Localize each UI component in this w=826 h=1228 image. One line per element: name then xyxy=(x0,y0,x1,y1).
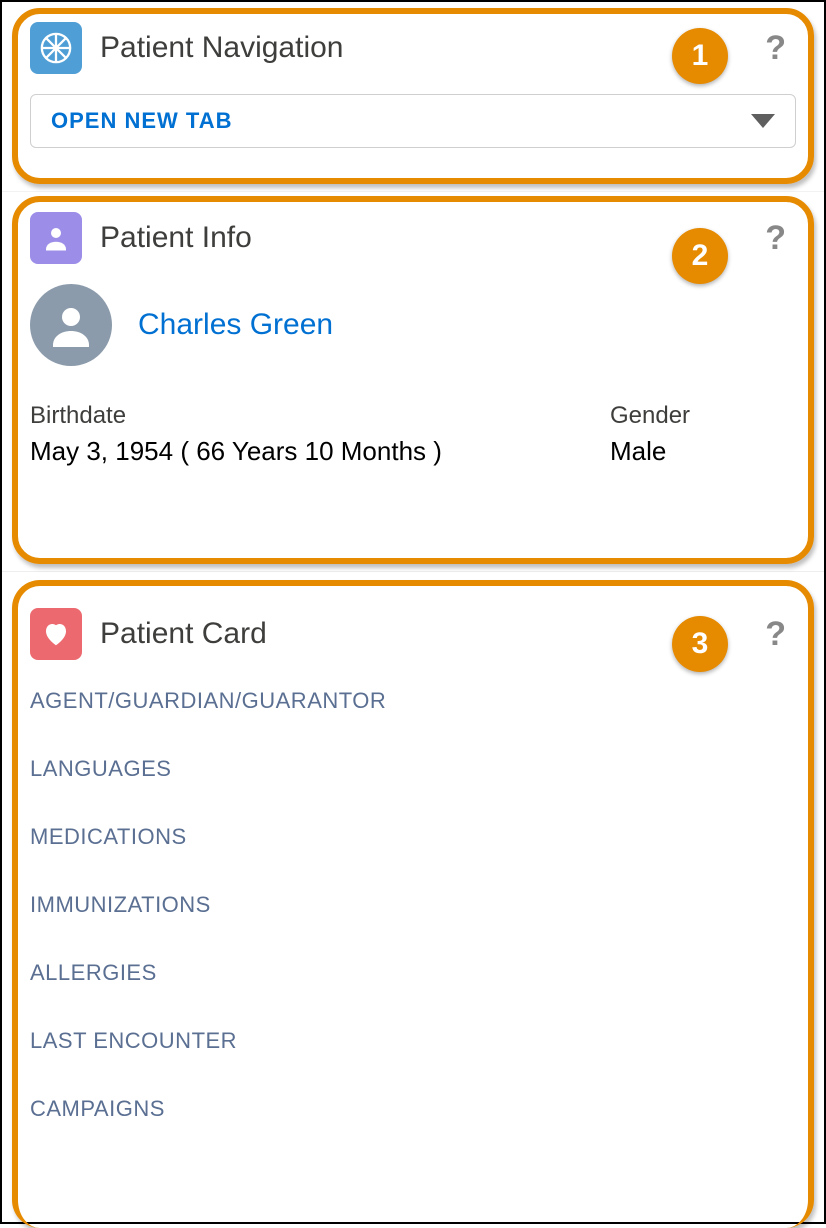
field-label: Gender xyxy=(610,402,690,430)
patient-name-link[interactable]: Charles Green xyxy=(138,308,333,342)
compass-icon xyxy=(30,22,82,74)
field-value: Male xyxy=(610,436,690,467)
section-link-agent[interactable]: AGENT/GUARDIAN/GUARANTOR xyxy=(30,688,796,714)
help-icon[interactable]: ? xyxy=(765,219,786,258)
section-link-last-encounter[interactable]: LAST ENCOUNTER xyxy=(30,1028,796,1054)
callout-badge-2: 2 xyxy=(672,228,728,284)
patient-info-panel: 2 Patient Info ? Charles Green Birthdate… xyxy=(2,192,824,572)
field-label: Birthdate xyxy=(30,402,570,430)
callout-badge-1: 1 xyxy=(672,28,728,84)
patient-navigation-panel: 1 Patient Navigation ? OPEN NEW TAB xyxy=(2,2,824,192)
chevron-down-icon xyxy=(751,114,775,128)
help-icon[interactable]: ? xyxy=(765,615,786,654)
avatar xyxy=(30,284,112,366)
section-link-medications[interactable]: MEDICATIONS xyxy=(30,824,796,850)
open-new-tab-dropdown[interactable]: OPEN NEW TAB xyxy=(30,94,796,148)
dropdown-label: OPEN NEW TAB xyxy=(51,108,232,134)
section-link-languages[interactable]: LANGUAGES xyxy=(30,756,796,782)
patient-card-panel: 3 Patient Card ? AGENT/GUARDIAN/GUARANTO… xyxy=(2,572,824,1222)
callout-badge-3: 3 xyxy=(672,616,728,672)
panel-title: Patient Card xyxy=(100,617,747,651)
field-value: May 3, 1954 ( 66 Years 10 Months ) xyxy=(30,436,570,467)
section-link-campaigns[interactable]: CAMPAIGNS xyxy=(30,1096,796,1122)
panel-title: Patient Info xyxy=(100,221,747,255)
section-link-allergies[interactable]: ALLERGIES xyxy=(30,960,796,986)
heart-icon xyxy=(30,608,82,660)
help-icon[interactable]: ? xyxy=(765,29,786,68)
person-icon xyxy=(30,212,82,264)
birthdate-field: Birthdate May 3, 1954 ( 66 Years 10 Mont… xyxy=(30,402,570,467)
panel-title: Patient Navigation xyxy=(100,31,747,65)
gender-field: Gender Male xyxy=(610,402,690,467)
patient-fields: Birthdate May 3, 1954 ( 66 Years 10 Mont… xyxy=(30,402,796,467)
section-link-immunizations[interactable]: IMMUNIZATIONS xyxy=(30,892,796,918)
patient-identity-row: Charles Green xyxy=(30,284,796,366)
